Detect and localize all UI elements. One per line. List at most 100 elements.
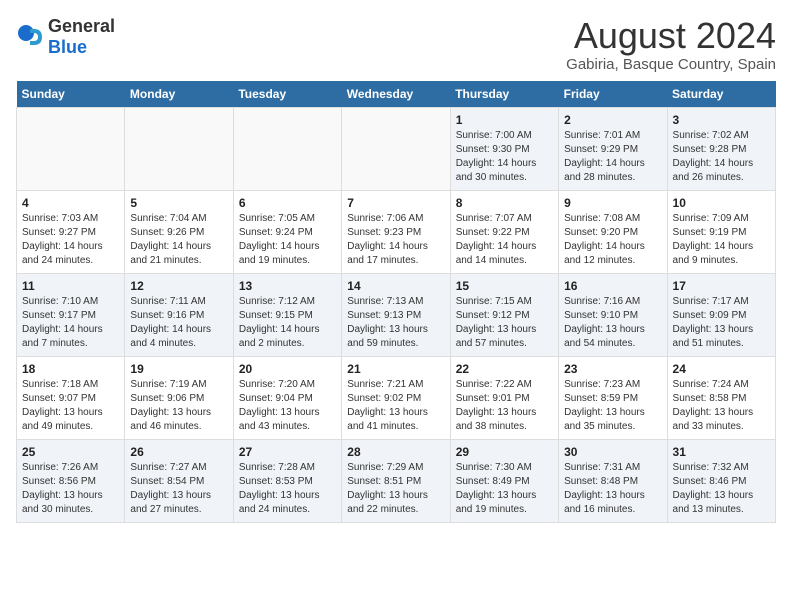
calendar-header-row: SundayMondayTuesdayWednesdayThursdayFrid…: [17, 81, 776, 108]
day-number: 15: [456, 279, 553, 293]
calendar-cell: 16 Sunrise: 7:16 AM Sunset: 9:10 PM Dayli…: [559, 273, 667, 356]
calendar-cell: 3 Sunrise: 7:02 AM Sunset: 9:28 PM Daylig…: [667, 107, 775, 190]
day-info: Sunrise: 7:08 AM Sunset: 9:20 PM Dayligh…: [564, 212, 661, 268]
calendar-cell: 18 Sunrise: 7:18 AM Sunset: 9:07 PM Dayli…: [17, 356, 125, 439]
day-info: Sunrise: 7:03 AM Sunset: 9:27 PM Dayligh…: [22, 212, 119, 268]
subtitle: Gabiria, Basque Country, Spain: [566, 56, 776, 73]
calendar-cell: 5Sunrise: 7:04 AM Sunset: 9:26 PM Daylig…: [125, 190, 233, 273]
title-area: August 2024 Gabiria, Basque Country, Spa…: [566, 16, 776, 73]
calendar-week-row: 25 Sunrise: 7:26 AM Sunset: 8:56 PM Dayli…: [17, 439, 776, 522]
calendar-cell: 7Sunrise: 7:06 AM Sunset: 9:23 PM Daylig…: [342, 190, 450, 273]
day-number: 22: [456, 362, 553, 376]
calendar-cell: 2 Sunrise: 7:01 AM Sunset: 9:29 PM Daylig…: [559, 107, 667, 190]
calendar-cell: 19 Sunrise: 7:19 AM Sunset: 9:06 PM Dayli…: [125, 356, 233, 439]
day-number: 13: [239, 279, 336, 293]
calendar-cell: 23 Sunrise: 7:23 AM Sunset: 8:59 PM Dayli…: [559, 356, 667, 439]
logo: General Blue: [16, 16, 115, 58]
calendar-week-row: 18 Sunrise: 7:18 AM Sunset: 9:07 PM Dayli…: [17, 356, 776, 439]
calendar-cell: 27 Sunrise: 7:28 AM Sunset: 8:53 PM Dayli…: [233, 439, 341, 522]
day-number: 5: [130, 196, 227, 210]
day-number: 25: [22, 445, 119, 459]
calendar-cell: [233, 107, 341, 190]
calendar-cell: 6 Sunrise: 7:05 AM Sunset: 9:24 PM Daylig…: [233, 190, 341, 273]
calendar-cell: [342, 107, 450, 190]
main-title: August 2024: [566, 16, 776, 56]
day-info: Sunrise: 7:15 AM Sunset: 9:12 PM Dayligh…: [456, 295, 553, 351]
day-info: Sunrise: 7:19 AM Sunset: 9:06 PM Dayligh…: [130, 378, 227, 434]
day-info: Sunrise: 7:06 AM Sunset: 9:23 PM Dayligh…: [347, 212, 444, 268]
day-number: 28: [347, 445, 444, 459]
day-info: Sunrise: 7:05 AM Sunset: 9:24 PM Dayligh…: [239, 212, 336, 268]
day-number: 21: [347, 362, 444, 376]
day-info: Sunrise: 7:31 AM Sunset: 8:48 PM Dayligh…: [564, 461, 661, 517]
day-number: 27: [239, 445, 336, 459]
calendar-cell: [17, 107, 125, 190]
day-number: 2: [564, 113, 661, 127]
day-info: Sunrise: 7:07 AM Sunset: 9:22 PM Dayligh…: [456, 212, 553, 268]
calendar-cell: 25 Sunrise: 7:26 AM Sunset: 8:56 PM Dayli…: [17, 439, 125, 522]
day-number: 17: [673, 279, 770, 293]
day-number: 26: [130, 445, 227, 459]
calendar-week-row: 11Sunrise: 7:10 AM Sunset: 9:17 PM Dayli…: [17, 273, 776, 356]
day-number: 10: [673, 196, 770, 210]
col-header-saturday: Saturday: [667, 81, 775, 108]
logo-general: General: [48, 16, 115, 36]
day-number: 14: [347, 279, 444, 293]
calendar-cell: 10 Sunrise: 7:09 AM Sunset: 9:19 PM Dayli…: [667, 190, 775, 273]
day-number: 6: [239, 196, 336, 210]
day-number: 23: [564, 362, 661, 376]
day-number: 31: [673, 445, 770, 459]
calendar-cell: 29Sunrise: 7:30 AM Sunset: 8:49 PM Dayli…: [450, 439, 558, 522]
day-info: Sunrise: 7:00 AM Sunset: 9:30 PM Dayligh…: [456, 129, 553, 185]
day-number: 24: [673, 362, 770, 376]
day-info: Sunrise: 7:09 AM Sunset: 9:19 PM Dayligh…: [673, 212, 770, 268]
day-info: Sunrise: 7:16 AM Sunset: 9:10 PM Dayligh…: [564, 295, 661, 351]
day-info: Sunrise: 7:30 AM Sunset: 8:49 PM Dayligh…: [456, 461, 553, 517]
day-info: Sunrise: 7:32 AM Sunset: 8:46 PM Dayligh…: [673, 461, 770, 517]
day-info: Sunrise: 7:22 AM Sunset: 9:01 PM Dayligh…: [456, 378, 553, 434]
calendar-cell: 17 Sunrise: 7:17 AM Sunset: 9:09 PM Dayli…: [667, 273, 775, 356]
col-header-friday: Friday: [559, 81, 667, 108]
calendar-cell: 28Sunrise: 7:29 AM Sunset: 8:51 PM Dayli…: [342, 439, 450, 522]
day-info: Sunrise: 7:23 AM Sunset: 8:59 PM Dayligh…: [564, 378, 661, 434]
calendar-cell: 9 Sunrise: 7:08 AM Sunset: 9:20 PM Daylig…: [559, 190, 667, 273]
day-number: 18: [22, 362, 119, 376]
day-info: Sunrise: 7:01 AM Sunset: 9:29 PM Dayligh…: [564, 129, 661, 185]
col-header-sunday: Sunday: [17, 81, 125, 108]
day-info: Sunrise: 7:10 AM Sunset: 9:17 PM Dayligh…: [22, 295, 119, 351]
day-number: 9: [564, 196, 661, 210]
day-info: Sunrise: 7:26 AM Sunset: 8:56 PM Dayligh…: [22, 461, 119, 517]
calendar-cell: 31 Sunrise: 7:32 AM Sunset: 8:46 PM Dayli…: [667, 439, 775, 522]
calendar-cell: 20Sunrise: 7:20 AM Sunset: 9:04 PM Dayli…: [233, 356, 341, 439]
day-info: Sunrise: 7:02 AM Sunset: 9:28 PM Dayligh…: [673, 129, 770, 185]
day-number: 20: [239, 362, 336, 376]
day-number: 16: [564, 279, 661, 293]
logo-blue: Blue: [48, 37, 87, 57]
calendar-cell: 24Sunrise: 7:24 AM Sunset: 8:58 PM Dayli…: [667, 356, 775, 439]
day-number: 1: [456, 113, 553, 127]
col-header-tuesday: Tuesday: [233, 81, 341, 108]
calendar-week-row: 4Sunrise: 7:03 AM Sunset: 9:27 PM Daylig…: [17, 190, 776, 273]
day-info: Sunrise: 7:27 AM Sunset: 8:54 PM Dayligh…: [130, 461, 227, 517]
day-number: 30: [564, 445, 661, 459]
col-header-monday: Monday: [125, 81, 233, 108]
calendar-cell: 11Sunrise: 7:10 AM Sunset: 9:17 PM Dayli…: [17, 273, 125, 356]
calendar-cell: 13 Sunrise: 7:12 AM Sunset: 9:15 PM Dayli…: [233, 273, 341, 356]
day-info: Sunrise: 7:17 AM Sunset: 9:09 PM Dayligh…: [673, 295, 770, 351]
day-info: Sunrise: 7:11 AM Sunset: 9:16 PM Dayligh…: [130, 295, 227, 351]
day-info: Sunrise: 7:28 AM Sunset: 8:53 PM Dayligh…: [239, 461, 336, 517]
calendar-cell: 15 Sunrise: 7:15 AM Sunset: 9:12 PM Dayli…: [450, 273, 558, 356]
day-info: Sunrise: 7:18 AM Sunset: 9:07 PM Dayligh…: [22, 378, 119, 434]
day-number: 3: [673, 113, 770, 127]
logo-text: General Blue: [48, 16, 115, 58]
calendar-cell: 26 Sunrise: 7:27 AM Sunset: 8:54 PM Dayli…: [125, 439, 233, 522]
calendar-cell: 12Sunrise: 7:11 AM Sunset: 9:16 PM Dayli…: [125, 273, 233, 356]
col-header-thursday: Thursday: [450, 81, 558, 108]
day-info: Sunrise: 7:13 AM Sunset: 9:13 PM Dayligh…: [347, 295, 444, 351]
day-info: Sunrise: 7:12 AM Sunset: 9:15 PM Dayligh…: [239, 295, 336, 351]
day-number: 19: [130, 362, 227, 376]
calendar-cell: 14 Sunrise: 7:13 AM Sunset: 9:13 PM Dayli…: [342, 273, 450, 356]
logo-icon: [16, 23, 44, 51]
calendar-week-row: 1 Sunrise: 7:00 AM Sunset: 9:30 PM Daylig…: [17, 107, 776, 190]
calendar-cell: 8Sunrise: 7:07 AM Sunset: 9:22 PM Daylig…: [450, 190, 558, 273]
